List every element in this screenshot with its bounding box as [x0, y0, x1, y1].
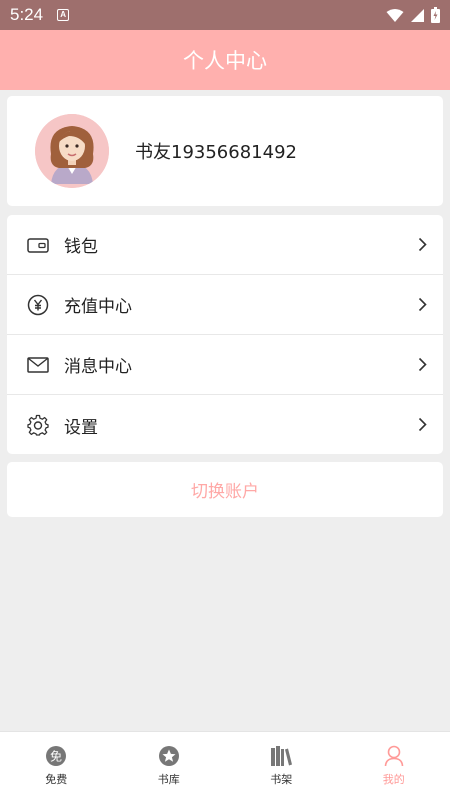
person-icon	[384, 745, 404, 767]
nav-label: 书架	[270, 773, 293, 786]
wallet-icon	[26, 233, 50, 257]
chevron-right-icon	[418, 357, 427, 372]
page-title: 个人中心	[0, 30, 450, 90]
free-icon-glyph: 免	[50, 749, 62, 764]
username: 书友19356681492	[135, 142, 297, 163]
star-icon	[158, 745, 180, 767]
avatar[interactable]	[35, 114, 109, 188]
menu-list: 钱包 充值中心 消息中心 设置	[7, 215, 443, 454]
yuan-icon	[26, 293, 50, 317]
profile-card[interactable]: 书友19356681492	[7, 96, 443, 206]
menu-item-messages[interactable]: 消息中心	[7, 335, 443, 395]
nav-item-bookshelf[interactable]: 书架	[225, 732, 338, 800]
bottom-nav: 免 免费 书库 书架 我的	[0, 731, 450, 800]
chevron-right-icon	[418, 297, 427, 312]
mail-icon	[26, 353, 50, 377]
menu-item-label: 充值中心	[64, 297, 132, 317]
signal-icon	[411, 8, 424, 22]
books-icon	[269, 745, 293, 767]
free-icon: 免	[45, 745, 67, 767]
nav-item-mine[interactable]: 我的	[338, 732, 450, 800]
gear-icon	[26, 413, 50, 437]
status-time: 5:24	[10, 5, 44, 24]
nav-item-free[interactable]: 免 免费	[0, 732, 113, 800]
chevron-right-icon	[418, 237, 427, 252]
nav-label: 我的	[382, 773, 405, 786]
menu-item-label: 消息中心	[64, 357, 132, 377]
avatar-portrait-icon	[35, 114, 109, 188]
chevron-right-icon	[418, 417, 427, 432]
nav-label: 免费	[45, 773, 68, 786]
menu-item-wallet[interactable]: 钱包	[7, 215, 443, 275]
notification-a-icon: A	[57, 9, 70, 21]
menu-item-label: 设置	[64, 417, 98, 438]
battery-icon	[431, 7, 440, 23]
nav-label: 书库	[157, 773, 180, 786]
menu-item-recharge[interactable]: 充值中心	[7, 275, 443, 335]
wifi-icon	[386, 8, 404, 22]
status-bar: 5:24 A	[0, 0, 450, 30]
menu-item-settings[interactable]: 设置	[7, 395, 443, 455]
menu-item-label: 钱包	[64, 237, 98, 257]
switch-account-button[interactable]: 切换账户	[7, 462, 443, 517]
nav-item-library[interactable]: 书库	[113, 732, 226, 800]
